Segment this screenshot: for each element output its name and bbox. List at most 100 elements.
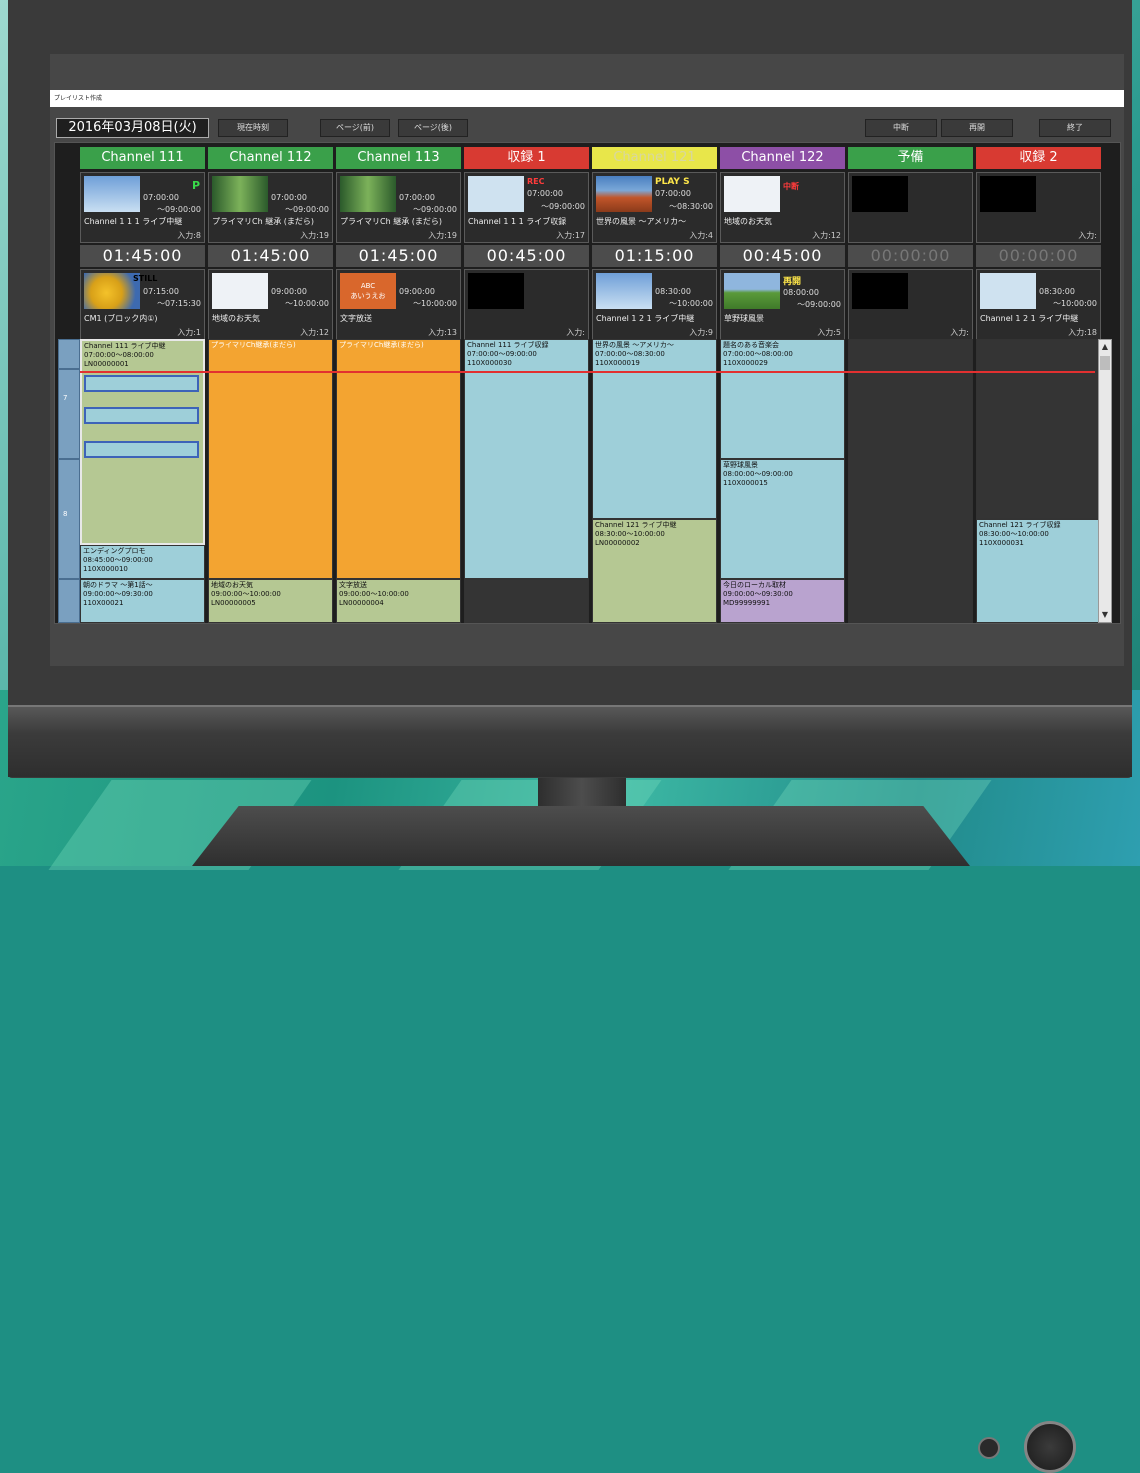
pause-button[interactable]: 中断 xyxy=(865,119,937,137)
current-item-card[interactable]: PLAY S 07:00:00 ～08:30:00 世界の風景 ～アメリカ～ 入… xyxy=(592,172,717,243)
schedule-block[interactable]: エンディングプロモ 08:45:00～09:00:00 110X000010 xyxy=(80,545,205,579)
schedule-block[interactable]: Channel 111 ライブ収録 07:00:00～09:00:00 110X00… xyxy=(464,339,589,579)
flower-thumbnail xyxy=(84,273,140,309)
channel-column: 予備 00:00:00 入力: xyxy=(848,143,973,625)
schedule-block[interactable]: プライマリCh継承(まだら) xyxy=(336,339,461,579)
schedule-block xyxy=(848,339,973,623)
time-column: 7 8 xyxy=(58,339,80,623)
schedule-block[interactable]: 草野球風景 08:00:00～09:00:00 110X000015 xyxy=(720,459,845,579)
next-item-card[interactable]: 入力: xyxy=(464,269,589,340)
schedule-block[interactable]: 世界の風景 ～アメリカ～ 07:00:00～08:30:00 110X000019 xyxy=(592,339,717,519)
input-label: 入力:19 xyxy=(428,231,457,240)
scrollbar-thumb[interactable] xyxy=(1100,356,1110,370)
input-label: 入力:8 xyxy=(177,231,201,240)
current-item-card[interactable]: REC 07:00:00 ～09:00:00 Channel 1 1 1 ライブ… xyxy=(464,172,589,243)
input-label: 入力:1 xyxy=(177,328,201,337)
channel-column: Channel 122 中断 地域のお天気 入力:12 00:45:00 再開 … xyxy=(720,143,845,625)
sub-block[interactable] xyxy=(84,407,199,424)
weather-icon xyxy=(212,273,268,309)
next-item-card[interactable]: 再開 08:00:00 ～09:00:00 草野球風景 入力:5 xyxy=(720,269,845,340)
status-badge: STILL xyxy=(133,274,158,283)
next-item-card[interactable]: STILL 07:15:00 ～07:15:30 CM1 (ブロック内①) 入力… xyxy=(80,269,205,340)
channel-column: Channel 113 07:00:00 ～09:00:00 プライマリCh 継… xyxy=(336,143,461,625)
channel-header[interactable]: Channel 113 xyxy=(336,147,461,169)
input-label: 入力:13 xyxy=(428,328,457,337)
timeline: 世界の風景 ～アメリカ～ 07:00:00～08:30:00 110X000019 … xyxy=(592,339,717,623)
next-item-card[interactable]: ABC あいうえお 09:00:00 ～10:00:00 文字放送 入力:13 xyxy=(336,269,461,340)
screen: プレイリスト作成 2016年03月08日(火) 現在時刻 ページ(前) ページ(… xyxy=(50,54,1124,666)
hour-cell: 7 xyxy=(58,369,80,459)
schedule-block[interactable]: 文字放送 09:00:00～10:00:00 LN00000004 xyxy=(336,579,461,623)
hour-cell xyxy=(58,339,80,369)
recorder-icon xyxy=(980,273,1036,309)
power-button[interactable] xyxy=(1024,1421,1076,1473)
hour-cell xyxy=(58,579,80,623)
resume-button[interactable]: 再開 xyxy=(941,119,1013,137)
item-title: 草野球風景 xyxy=(724,314,764,323)
item-title: 世界の風景 ～アメリカ～ xyxy=(596,217,687,226)
current-item-card[interactable]: 中断 地域のお天気 入力:12 xyxy=(720,172,845,243)
current-time-button[interactable]: 現在時刻 xyxy=(218,119,288,137)
status-badge: P xyxy=(191,179,200,192)
schedule-block[interactable]: Channel 121 ライブ中継 08:30:00～10:00:00 LN0000… xyxy=(592,519,717,623)
channel-header[interactable]: Channel 112 xyxy=(208,147,333,169)
input-label: 入力: xyxy=(566,328,585,337)
schedule-block[interactable]: 地域のお天気 09:00:00～10:00:00 LN00000005 xyxy=(208,579,333,623)
timeline: Channel 111 ライブ中継 07:00:00～08:00:00 LN0000… xyxy=(80,339,205,623)
next-item-card[interactable]: 入力: xyxy=(848,269,973,340)
schedule-block[interactable]: 今日のローカル取材 09:00:00～09:30:00 MD99999991 xyxy=(720,579,845,623)
empty-thumbnail xyxy=(980,176,1036,212)
next-item-card[interactable]: 09:00:00 ～10:00:00 地域のお天気 入力:12 xyxy=(208,269,333,340)
schedule-block[interactable]: Channel 111 ライブ中継 07:00:00～08:00:00 LN0000… xyxy=(80,339,205,545)
next-item-card[interactable]: 08:30:00 ～10:00:00 Channel 1 2 1 ライブ中継 入… xyxy=(592,269,717,340)
forest-thumbnail xyxy=(340,176,396,212)
monitor-stand xyxy=(192,806,970,866)
item-title: プライマリCh 継承 (まだら) xyxy=(212,217,314,226)
exit-button[interactable]: 終了 xyxy=(1039,119,1111,137)
input-label: 入力: xyxy=(1078,231,1097,240)
channel-header[interactable]: 収録 2 xyxy=(976,147,1101,169)
input-label: 入力:12 xyxy=(812,231,841,240)
vertical-scrollbar[interactable]: ▲ ▼ xyxy=(1098,339,1112,623)
channel-header[interactable]: 予備 xyxy=(848,147,973,169)
input-label: 入力:9 xyxy=(689,328,713,337)
camera-icon xyxy=(84,176,140,212)
channel-header[interactable]: Channel 111 xyxy=(80,147,205,169)
page-prev-button[interactable]: ページ(前) xyxy=(320,119,390,137)
monitor-bezel xyxy=(8,705,1132,1473)
current-item-card[interactable]: P 07:00:00 ～09:00:00 Channel 1 1 1 ライブ中継… xyxy=(80,172,205,243)
status-badge: 再開 xyxy=(783,277,802,287)
camera-icon xyxy=(596,273,652,309)
current-time-line xyxy=(80,371,1095,373)
remaining-time: 00:45:00 xyxy=(720,245,845,267)
channel-header[interactable]: Channel 122 xyxy=(720,147,845,169)
chevron-down-icon[interactable]: ▼ xyxy=(1099,608,1111,622)
item-title: 地域のお天気 xyxy=(212,314,260,323)
schedule-block[interactable]: 題名のある音楽会 07:00:00～08:00:00 110X000029 xyxy=(720,339,845,459)
channel-column: Channel 112 07:00:00 ～09:00:00 プライマリCh 継… xyxy=(208,143,333,625)
chevron-up-icon[interactable]: ▲ xyxy=(1099,340,1111,354)
current-item-card[interactable] xyxy=(848,172,973,243)
start-time: 07:00:00 xyxy=(527,189,563,198)
page-next-button[interactable]: ページ(後) xyxy=(398,119,468,137)
sub-block[interactable] xyxy=(84,441,199,458)
current-item-card[interactable]: 07:00:00 ～09:00:00 プライマリCh 継承 (まだら) 入力:1… xyxy=(208,172,333,243)
sub-block[interactable] xyxy=(84,375,199,392)
baseball-thumbnail xyxy=(724,273,780,309)
end-time: ～08:30:00 xyxy=(669,202,713,211)
schedule-block[interactable]: プライマリCh継承(まだら) xyxy=(208,339,333,579)
end-time: ～10:00:00 xyxy=(413,299,457,308)
remaining-time: 01:45:00 xyxy=(336,245,461,267)
current-item-card[interactable]: 07:00:00 ～09:00:00 プライマリCh 継承 (まだら) 入力:1… xyxy=(336,172,461,243)
schedule-block[interactable]: Channel 121 ライブ収録 08:30:00～10:00:00 110X00… xyxy=(976,519,1101,623)
next-item-card[interactable]: 08:30:00 ～10:00:00 Channel 1 2 1 ライブ中継 入… xyxy=(976,269,1101,340)
channel-header[interactable]: 収録 1 xyxy=(464,147,589,169)
schedule-block[interactable]: 朝のドラマ ～第1話～ 09:00:00～09:30:00 110X00021 xyxy=(80,579,205,623)
channel-header[interactable]: Channel 121 xyxy=(592,147,717,169)
item-title: 地域のお天気 xyxy=(724,217,772,226)
current-item-card[interactable]: 入力: xyxy=(976,172,1101,243)
start-time: 08:30:00 xyxy=(655,287,691,296)
schedule-block xyxy=(976,339,1101,519)
start-time: 07:00:00 xyxy=(271,193,307,202)
monitor-button[interactable] xyxy=(978,1437,1000,1459)
